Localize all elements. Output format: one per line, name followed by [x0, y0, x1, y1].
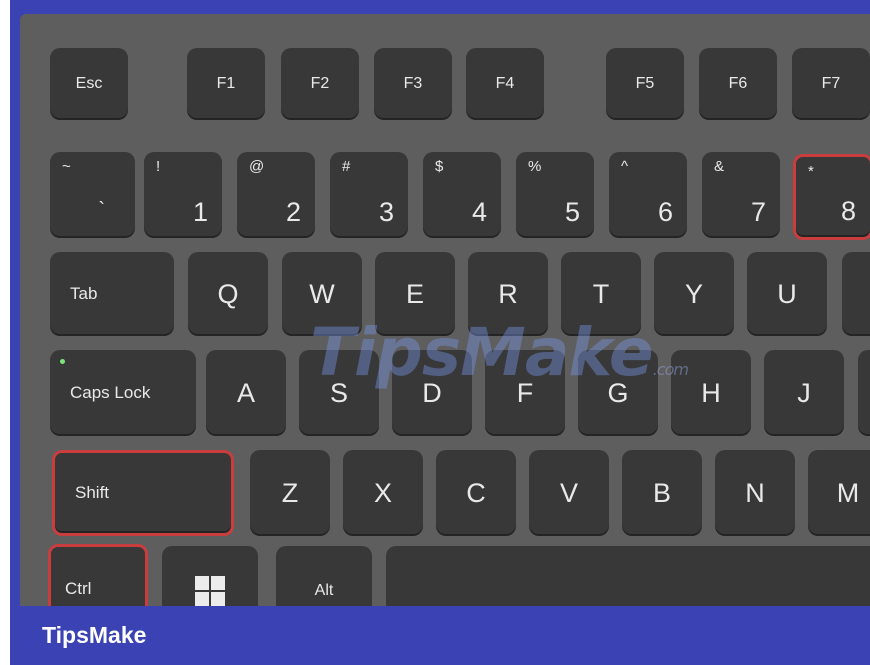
- key-i-partial[interactable]: [842, 252, 870, 336]
- key-u[interactable]: U: [747, 252, 827, 336]
- tab-key[interactable]: Tab: [50, 252, 174, 336]
- space-bar[interactable]: [386, 546, 870, 606]
- f5-key[interactable]: F5: [606, 48, 684, 120]
- key-g[interactable]: G: [578, 350, 658, 436]
- alt-key[interactable]: Alt: [276, 546, 372, 606]
- key-8-highlighted[interactable]: * 8: [793, 154, 870, 240]
- footer-banner: TipsMake: [10, 606, 870, 665]
- key-e[interactable]: E: [375, 252, 455, 336]
- key-a[interactable]: A: [206, 350, 286, 436]
- key-5[interactable]: % 5: [516, 152, 594, 238]
- f3-key[interactable]: F3: [374, 48, 452, 120]
- shift-key-highlighted[interactable]: Shift: [52, 450, 234, 536]
- key-1[interactable]: ! 1: [144, 152, 222, 238]
- backtick-key[interactable]: ~ `: [50, 152, 135, 238]
- key-k-partial[interactable]: [858, 350, 870, 436]
- windows-key[interactable]: [162, 546, 258, 606]
- key-f[interactable]: F: [485, 350, 565, 436]
- f6-key[interactable]: F6: [699, 48, 777, 120]
- key-z[interactable]: Z: [250, 450, 330, 536]
- esc-key[interactable]: Esc: [50, 48, 128, 120]
- caps-lock-key[interactable]: Caps Lock: [50, 350, 196, 436]
- key-4[interactable]: $4: [423, 152, 501, 238]
- key-m[interactable]: M: [808, 450, 870, 536]
- f7-key[interactable]: F7: [792, 48, 870, 120]
- key-3[interactable]: #3: [330, 152, 408, 238]
- key-q[interactable]: Q: [188, 252, 268, 336]
- key-n[interactable]: N: [715, 450, 795, 536]
- key-w[interactable]: W: [282, 252, 362, 336]
- key-r[interactable]: R: [468, 252, 548, 336]
- key-c[interactable]: C: [436, 450, 516, 536]
- key-6[interactable]: ^ 6: [609, 152, 687, 238]
- footer-brand-text: TipsMake: [42, 622, 147, 648]
- f2-key[interactable]: F2: [281, 48, 359, 120]
- windows-logo-icon: [195, 576, 225, 606]
- key-j[interactable]: J: [764, 350, 844, 436]
- key-2[interactable]: @2: [237, 152, 315, 238]
- caps-lock-indicator-icon: [60, 359, 65, 364]
- key-v[interactable]: V: [529, 450, 609, 536]
- key-h[interactable]: H: [671, 350, 751, 436]
- ctrl-key-highlighted[interactable]: Ctrl: [48, 544, 148, 606]
- image-frame: Esc F1 F2 F3 F4 F5 F6 F7 ~ ` ! 1 @2 #3 $4 …: [10, 0, 870, 606]
- f1-key[interactable]: F1: [187, 48, 265, 120]
- key-y[interactable]: Y: [654, 252, 734, 336]
- key-7[interactable]: & 7: [702, 152, 780, 238]
- key-b[interactable]: B: [622, 450, 702, 536]
- f4-key[interactable]: F4: [466, 48, 544, 120]
- key-x[interactable]: X: [343, 450, 423, 536]
- key-t[interactable]: T: [561, 252, 641, 336]
- keyboard: Esc F1 F2 F3 F4 F5 F6 F7 ~ ` ! 1 @2 #3 $4 …: [20, 14, 870, 606]
- key-s[interactable]: S: [299, 350, 379, 436]
- key-d[interactable]: D: [392, 350, 472, 436]
